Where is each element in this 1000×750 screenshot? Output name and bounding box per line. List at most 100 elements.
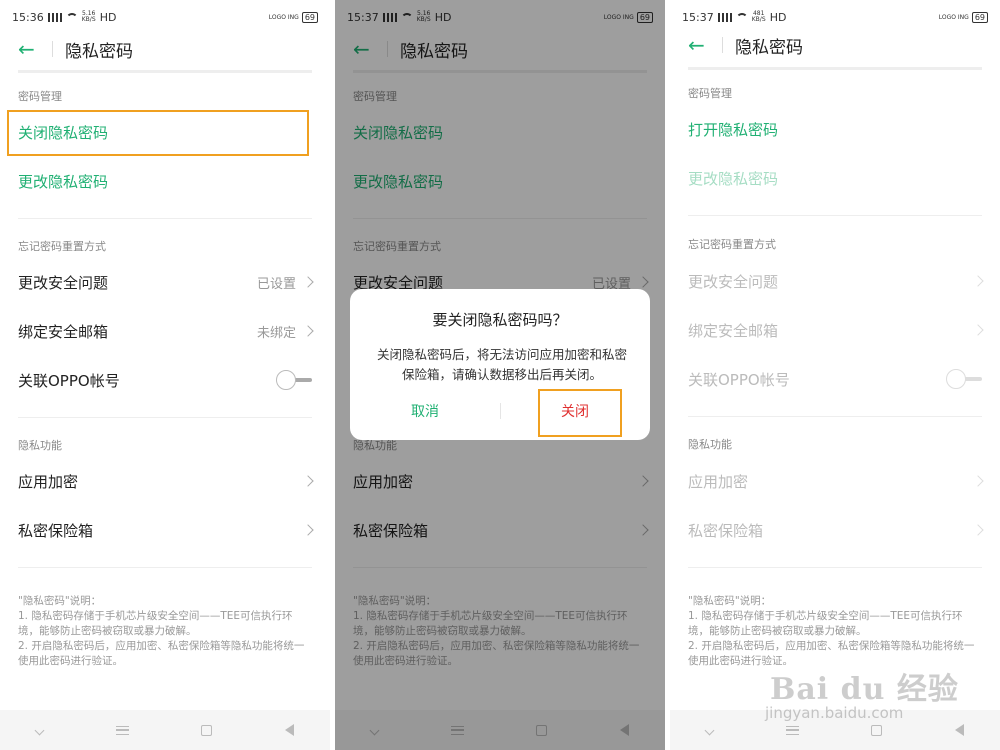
battery-icon: 69 [301,11,318,23]
battery-icon: 69 [971,11,988,23]
note-line-2: 2. 开启隐私密码后，应用加密、私密保险箱等隐私功能将统一使用此密码进行验证。 [18,640,305,667]
signal-icon [47,12,62,22]
note-title: "隐私密码"说明： [18,595,102,607]
status-time: 15:37 [682,10,714,24]
home-icon[interactable] [201,724,213,736]
section-privacy-features: 隐私功能 [18,439,62,452]
screenshot-strip: 15:36 5.16 KB/S HD LOGO ING 69 ← 隐私密码 密码… [0,0,1000,750]
change-security-question[interactable]: 更改安全问题 已设置 [18,262,314,302]
item-label: 打开隐私密码 [688,120,779,139]
page-title: 隐私密码 [65,41,133,62]
wifi-icon [735,12,748,22]
signal-icon [717,12,732,22]
section-password-management: 密码管理 [18,90,62,103]
logo-badge: LOGO ING [938,13,969,21]
item-label: 绑定安全邮箱 [18,322,109,341]
item-label: 私密保险箱 [18,521,94,540]
divider [688,416,982,417]
net-speed: 5.16 KB/S [81,10,96,23]
back-triangle-icon[interactable] [954,724,964,736]
chevron-right-icon [972,275,984,287]
change-security-question: 更改安全问题 [688,261,984,301]
item-label: 更改安全问题 [18,273,109,292]
highlight-box [7,110,309,156]
baidu-watermark-url: jingyan.baidu.com [765,704,904,722]
app-encryption: 应用加密 [688,461,984,501]
change-private-password[interactable]: 更改隐私密码 [18,161,312,201]
chevron-right-icon [302,524,314,536]
item-label: 私密保险箱 [688,521,764,540]
note-line-1: 1. 隐私密码存储于手机芯片级安全空间——TEE可信执行环境，能够防止密码被窃取… [688,610,963,637]
item-label: 更改隐私密码 [688,169,779,188]
item-value: 已设置 [256,276,296,292]
section-forgot-reset: 忘记密码重置方式 [688,238,776,251]
item-label: 更改隐私密码 [18,172,109,191]
home-icon[interactable] [871,724,883,736]
net-speed: 481 KB/S [751,10,766,23]
change-private-password: 更改隐私密码 [688,158,982,198]
nav-bar [0,710,330,750]
item-value: 未绑定 [256,325,296,341]
chevron-right-icon [972,524,984,536]
hd-badge: HD [769,10,787,24]
item-label: 绑定安全邮箱 [688,321,779,340]
header-divider [722,37,723,53]
bind-security-email[interactable]: 绑定安全邮箱 未绑定 [18,311,314,351]
divider [688,215,982,216]
oppo-toggle [946,369,982,389]
bind-security-email: 绑定安全邮箱 [688,310,984,350]
section-forgot-reset: 忘记密码重置方式 [18,240,106,253]
cancel-button[interactable]: 取消 [350,395,500,427]
description-note: "隐私密码"说明： 1. 隐私密码存储于手机芯片级安全空间——TEE可信执行环境… [688,594,982,669]
chevron-right-icon [302,276,314,288]
chevron-right-icon [972,475,984,487]
private-safe-box[interactable]: 私密保险箱 [18,510,314,550]
logo-badge: LOGO ING [268,13,299,21]
item-label: 关联OPPO帐号 [18,371,120,390]
back-triangle-icon[interactable] [284,724,294,736]
item-label: 更改安全问题 [688,272,779,291]
highlight-box [538,389,622,437]
header-shadow [688,67,982,70]
hd-badge: HD [99,10,117,24]
divider [18,417,312,418]
status-bar: 15:37 481 KB/S HD LOGO ING 69 [670,0,1000,34]
note-line-1: 1. 隐私密码存储于手机芯片级安全空间——TEE可信执行环境，能够防止密码被窃取… [18,610,293,637]
section-privacy-features: 隐私功能 [688,438,732,451]
page-title: 隐私密码 [735,37,803,58]
back-arrow-icon[interactable]: ← [688,35,714,55]
item-label: 应用加密 [18,472,79,491]
chevron-right-icon [302,325,314,337]
screen-3: 15:37 481 KB/S HD LOGO ING 69 ← 隐私密码 密码管… [670,0,1000,750]
divider [688,567,982,568]
link-oppo-account: 关联OPPO帐号 [688,359,982,399]
chevron-right-icon [302,475,314,487]
dialog-title: 要关闭隐私密码吗？ [432,311,568,329]
chevron-right-icon [972,324,984,336]
status-bar: 15:36 5.16 KB/S HD LOGO ING 69 [0,0,330,34]
chevron-down-icon[interactable] [34,725,45,735]
app-encryption[interactable]: 应用加密 [18,461,314,501]
menu-icon[interactable] [115,725,129,735]
menu-icon[interactable] [785,725,799,735]
divider [18,218,312,219]
private-safe-box: 私密保险箱 [688,510,984,550]
chevron-down-icon[interactable] [704,725,715,735]
baidu-watermark-logo: Bai du 经验 [770,672,959,707]
status-time: 15:36 [12,10,44,24]
dialog-message: 关闭隐私密码后，将无法访问应用加密和私密保险箱，请确认数据移出后再关闭。 [376,347,627,382]
screen-1: 15:36 5.16 KB/S HD LOGO ING 69 ← 隐私密码 密码… [0,0,330,750]
app-header: ← 隐私密码 [688,30,803,60]
header-shadow [18,70,312,73]
link-oppo-account: 关联OPPO帐号 [18,360,312,400]
header-divider [52,41,53,57]
note-title: "隐私密码"说明： [688,595,772,607]
app-header: ← 隐私密码 [18,34,133,64]
open-private-password[interactable]: 打开隐私密码 [688,109,982,149]
oppo-toggle[interactable] [276,370,312,390]
item-label: 应用加密 [688,472,749,491]
item-label: 关联OPPO帐号 [688,370,790,389]
wifi-icon [65,12,78,22]
description-note: "隐私密码"说明： 1. 隐私密码存储于手机芯片级安全空间——TEE可信执行环境… [18,594,312,669]
back-arrow-icon[interactable]: ← [18,39,44,59]
